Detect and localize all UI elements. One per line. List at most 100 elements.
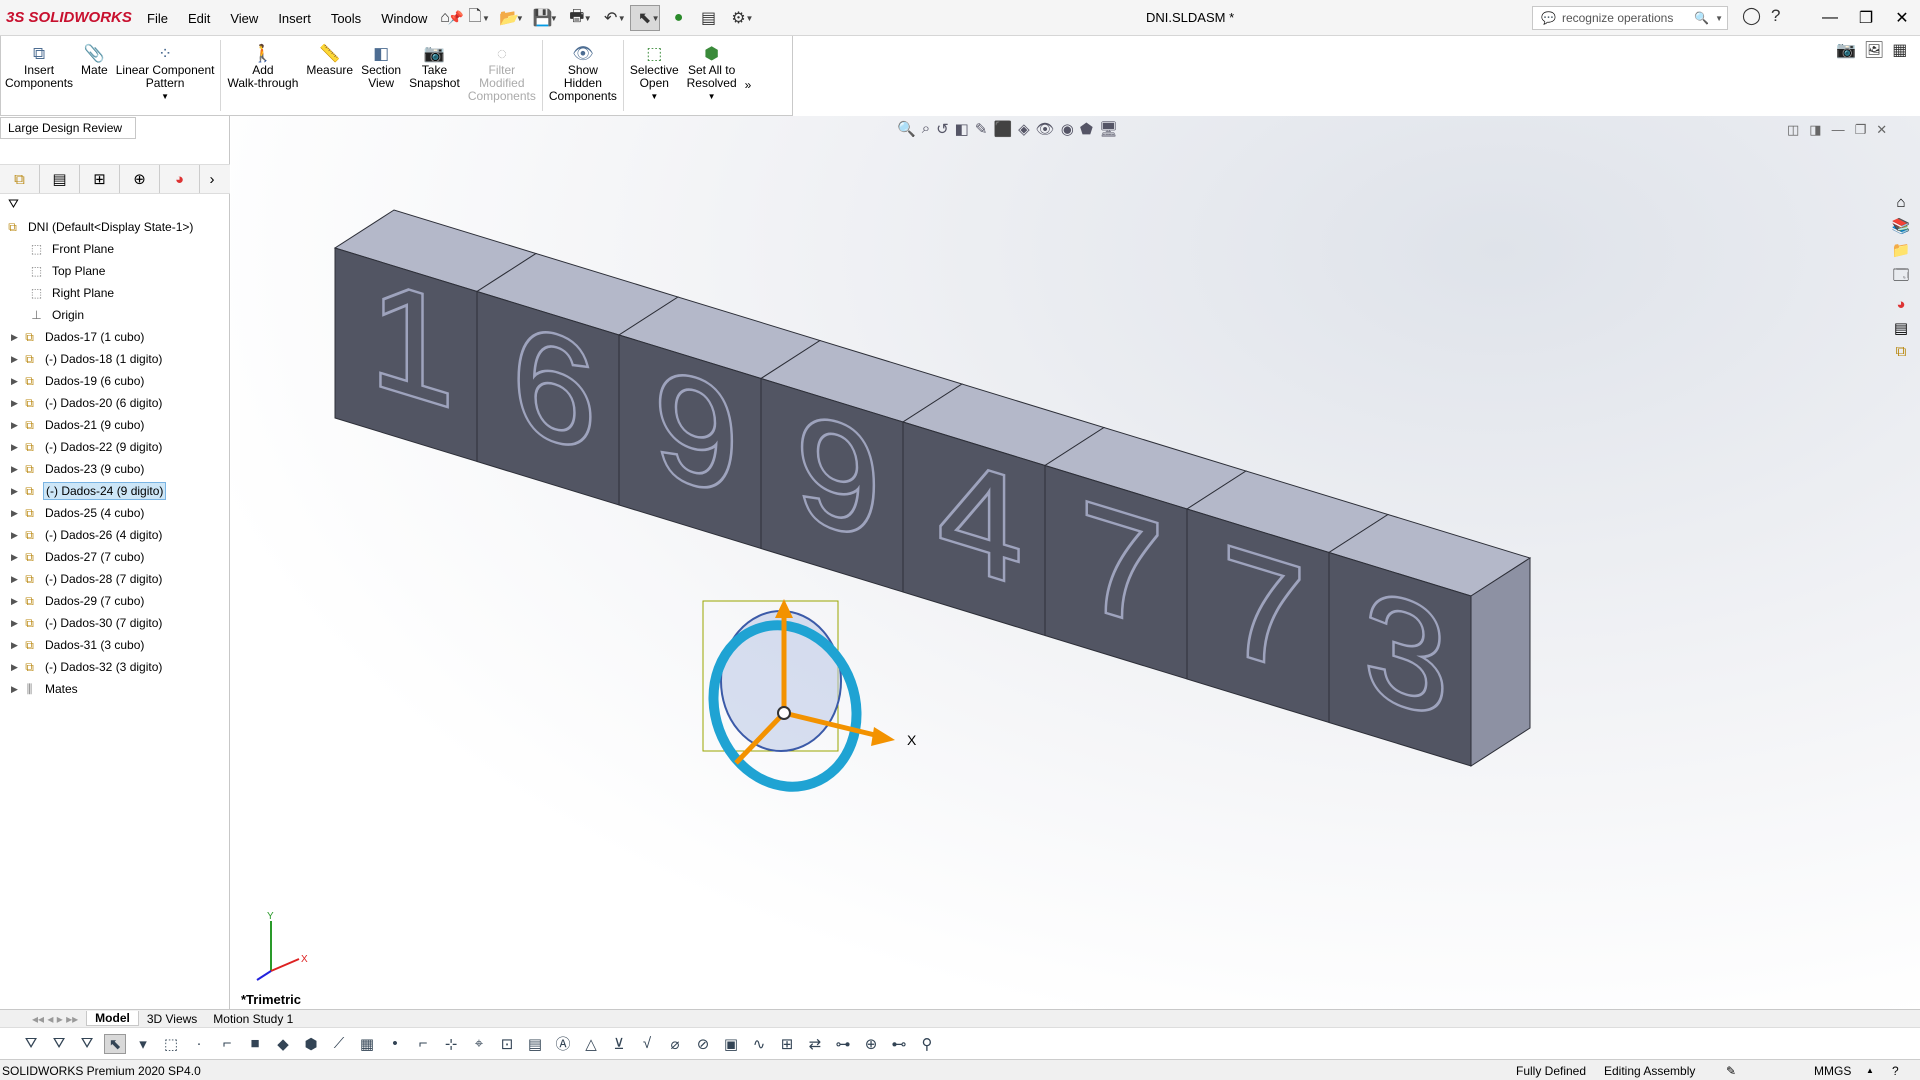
- tab-3d-views[interactable]: 3D Views: [139, 1012, 205, 1026]
- selective-open-dropdown-icon[interactable]: ▼: [650, 90, 658, 103]
- tree-item[interactable]: ▶ ⧉ (-) Dados-20 (6 digito): [0, 392, 230, 414]
- tree-item[interactable]: ⬚ Top Plane: [0, 260, 230, 282]
- digit-glyph[interactable]: 7: [1220, 510, 1308, 709]
- tree-item[interactable]: ▶ ⧉ Dados-29 (7 cubo): [0, 590, 230, 612]
- expand-arrow-icon[interactable]: ▶: [8, 530, 21, 541]
- expand-arrow-icon[interactable]: ▶: [8, 354, 21, 365]
- search-icon[interactable]: 🔍: [1694, 11, 1709, 25]
- traffic-light-icon[interactable]: ●: [664, 5, 694, 31]
- close-icon[interactable]: ✕: [1884, 4, 1920, 32]
- tree-item[interactable]: ▶ ⧉ Dados-19 (6 cubo): [0, 370, 230, 392]
- hole-callout-icon[interactable]: ⌀: [664, 1035, 686, 1053]
- edge-filter-icon[interactable]: ⌐: [216, 1035, 238, 1052]
- midpoint-icon[interactable]: ⊹: [440, 1035, 462, 1053]
- tree-item[interactable]: ▶ ⧉ Dados-27 (7 cubo): [0, 546, 230, 568]
- tree-item[interactable]: ▶ ⧉ (-) Dados-30 (7 digito): [0, 612, 230, 634]
- digit-glyph[interactable]: 9: [794, 377, 882, 576]
- tree-item[interactable]: ▶ ⧉ Dados-25 (4 cubo): [0, 502, 230, 524]
- cosmetic-thread-icon[interactable]: ⊘: [692, 1035, 714, 1053]
- screen-capture-icon[interactable]: 📷: [1836, 40, 1856, 60]
- appearance-tab-icon[interactable]: ◕: [160, 165, 200, 193]
- expand-arrow-icon[interactable]: ▶: [8, 662, 21, 673]
- spline-icon[interactable]: ∿: [748, 1035, 770, 1053]
- tree-item[interactable]: ▶ ⧉ (-) Dados-32 (3 digito): [0, 656, 230, 678]
- tabs-more-icon[interactable]: ›: [200, 165, 224, 193]
- minimize-icon[interactable]: —: [1812, 4, 1848, 32]
- tab-motion-study[interactable]: Motion Study 1: [205, 1012, 301, 1026]
- weld-icon[interactable]: ⊻: [608, 1035, 630, 1053]
- status-help-icon[interactable]: ?: [1892, 1064, 1899, 1078]
- block-icon[interactable]: ▣: [720, 1035, 742, 1053]
- tree-item[interactable]: ▶ ⧉ Dados-17 (1 cubo): [0, 326, 230, 348]
- tree-item[interactable]: ▶ ⧉ Dados-31 (3 cubo): [0, 634, 230, 656]
- new-dropdown-icon[interactable]: ▼: [482, 14, 490, 23]
- graphics-area[interactable]: 🔍 ⌕ ↺ ◧ ✎ ⬛ ◈ 👁 ◉ ⬟ 🖥 ◫ ◨ — ❐ ✕ ⌂ 📚 📁 🗔 …: [231, 116, 1920, 1009]
- menu-file[interactable]: File: [137, 11, 178, 26]
- menu-edit[interactable]: Edit: [178, 11, 220, 26]
- show-hidden-components-button[interactable]: 👁 Show Hidden Components: [545, 36, 621, 115]
- digit-glyph[interactable]: 6: [510, 288, 598, 487]
- tree-item[interactable]: ▶ ⧉ Dados-23 (9 cubo): [0, 458, 230, 480]
- file-properties-icon[interactable]: ▤: [694, 5, 724, 31]
- digit-glyph[interactable]: 4: [936, 421, 1024, 620]
- tab-scroll-icons[interactable]: ◂◂ ◂ ▸ ▸▸: [24, 1012, 86, 1026]
- take-snapshot-button[interactable]: 📷 Take Snapshot: [405, 36, 464, 115]
- menu-view[interactable]: View: [220, 11, 268, 26]
- plane-filter-icon[interactable]: ▦: [356, 1035, 378, 1053]
- expand-arrow-icon[interactable]: ▶: [8, 618, 21, 629]
- ribbon-more-button[interactable]: »: [741, 36, 756, 115]
- ref-icon[interactable]: ⊕: [860, 1035, 882, 1053]
- large-design-review-tab[interactable]: Large Design Review: [0, 117, 136, 139]
- configuration-tab-icon[interactable]: ⊞: [80, 165, 120, 193]
- expand-arrow-icon[interactable]: ▶: [8, 684, 21, 695]
- sketch-segment-icon[interactable]: ⌐: [412, 1035, 434, 1052]
- menu-window[interactable]: Window: [371, 11, 437, 26]
- tree-item[interactable]: ▶ ⫼ Mates: [0, 678, 230, 700]
- tree-item[interactable]: ▶ ⧉ (-) Dados-18 (1 digito): [0, 348, 230, 370]
- menu-insert[interactable]: Insert: [268, 11, 321, 26]
- selective-open-button[interactable]: ⬚ Selective Open ▼: [626, 36, 683, 115]
- property-manager-tab-icon[interactable]: ▤: [40, 165, 80, 193]
- surface-finish-icon[interactable]: √: [636, 1035, 658, 1052]
- rebuild-icon[interactable]: ✎: [1726, 1064, 1736, 1078]
- digit-glyph[interactable]: 9: [652, 333, 740, 532]
- tree-item[interactable]: ▶ ⧉ (-) Dados-26 (4 digito): [0, 524, 230, 546]
- tree-item[interactable]: ▶ ⧉ Dados-21 (9 cubo): [0, 414, 230, 436]
- set-resolved-dropdown-icon[interactable]: ▼: [708, 90, 716, 103]
- account-icon[interactable]: ◯: [1742, 6, 1761, 26]
- linear-pattern-dropdown-icon[interactable]: ▼: [161, 90, 169, 103]
- filter-icon[interactable]: ⛛: [20, 1035, 42, 1052]
- pin-filter-icon[interactable]: ⚲: [916, 1035, 938, 1053]
- route-icon[interactable]: ⇄: [804, 1035, 826, 1053]
- solid-filter-icon[interactable]: ⬢: [300, 1035, 322, 1053]
- expand-arrow-icon[interactable]: ▶: [8, 596, 21, 607]
- feature-tree-tab-icon[interactable]: ⧉: [0, 165, 40, 193]
- filter-all-icon[interactable]: ⛛: [76, 1035, 98, 1052]
- sketch-point-icon[interactable]: •: [384, 1035, 406, 1052]
- insert-components-button[interactable]: ⧉ Insert Components: [1, 36, 77, 115]
- search-input[interactable]: recognize operations: [1562, 11, 1688, 25]
- set-all-resolved-button[interactable]: ⬢ Set All to Resolved ▼: [683, 36, 741, 115]
- filter-icon[interactable]: ⛛: [8, 196, 19, 212]
- expand-arrow-icon[interactable]: ▶: [8, 464, 21, 475]
- move-triad[interactable]: X: [691, 599, 917, 807]
- select-icon[interactable]: ⬉: [104, 1033, 126, 1054]
- filter-modified-components-button[interactable]: ◌ Filter Modified Components: [464, 36, 540, 115]
- undo-dropdown-icon[interactable]: ▼: [618, 14, 626, 23]
- menu-tools[interactable]: Tools: [321, 11, 371, 26]
- dimension-icon[interactable]: ⊡: [496, 1035, 518, 1053]
- face-filter-icon[interactable]: ■: [244, 1035, 266, 1052]
- expand-arrow-icon[interactable]: ▶: [8, 420, 21, 431]
- datum-icon[interactable]: △: [580, 1035, 602, 1053]
- select-dropdown-icon[interactable]: ▾: [132, 1035, 154, 1053]
- status-units[interactable]: MMGS: [1814, 1064, 1851, 1078]
- connection-icon[interactable]: ⊶: [832, 1035, 854, 1053]
- note-icon[interactable]: ▤: [524, 1035, 546, 1053]
- display-manager-icon[interactable]: 🖼: [1864, 40, 1884, 60]
- tree-root[interactable]: ⧉ DNI (Default<Display State-1>): [0, 216, 230, 238]
- grid-icon[interactable]: ▦: [1892, 40, 1907, 60]
- mate-button[interactable]: 📎 Mate: [77, 36, 112, 115]
- tree-item[interactable]: ⬚ Front Plane: [0, 238, 230, 260]
- tab-model[interactable]: Model: [86, 1011, 139, 1026]
- select-dropdown-icon[interactable]: ▼: [652, 14, 660, 23]
